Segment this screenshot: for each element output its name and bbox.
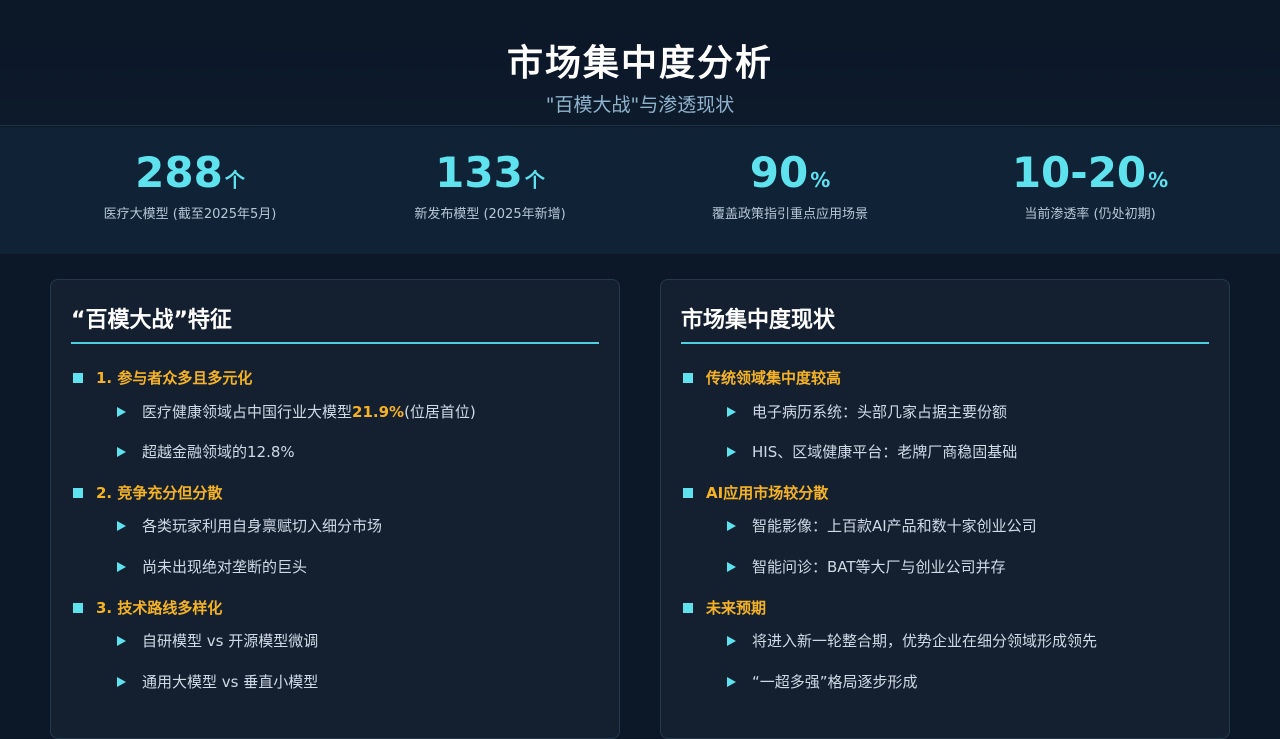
triangle-bullet-icon <box>727 676 736 687</box>
stat-label: 新发布模型 (2025年新增) <box>414 207 566 222</box>
stat-value: 90% <box>749 148 831 197</box>
list-item: 尚未出现绝对垄断的巨头 <box>117 556 307 577</box>
list-item: HIS、区域健康平台：老牌厂商稳固基础 <box>727 441 1017 462</box>
section-heading: 2. 竞争充分但分散 <box>73 482 222 503</box>
list-item: 将进入新一轮整合期，优势企业在细分领域形成领先 <box>727 630 1097 651</box>
stat-value: 288 个 <box>135 148 245 197</box>
stat-label: 覆盖政策指引重点应用场景 <box>711 207 868 222</box>
square-bullet-icon <box>683 602 693 613</box>
right-panel: 市场集中度现状 传统领域集中度较高 电子病历系统：头部几家占据主要份额 HIS、… <box>660 279 1230 739</box>
triangle-bullet-icon <box>727 446 736 457</box>
list-item: “一超多强”格局逐步形成 <box>727 671 918 692</box>
square-bullet-icon <box>73 602 83 613</box>
list-item: 各类玩家利用自身禀赋切入细分市场 <box>117 515 382 536</box>
list-item: 自研模型 vs 开源模型微调 <box>117 630 318 651</box>
triangle-bullet-icon <box>727 635 736 646</box>
stat-medical-models: 288 个 医疗大模型 (截至2025年5月) <box>30 147 350 222</box>
page-header: 市场集中度分析 "百模大战"与渗透现状 <box>0 0 1280 126</box>
page-title: 市场集中度分析 <box>506 43 773 84</box>
stat-label: 当前渗透率 (仍处初期) <box>1024 207 1156 222</box>
list-item: 电子病历系统：头部几家占据主要份额 <box>727 401 1007 422</box>
panel-title: 市场集中度现状 <box>681 302 1209 344</box>
square-bullet-icon <box>683 487 693 498</box>
list-item: 通用大模型 vs 垂直小模型 <box>117 671 318 692</box>
list-item: 智能影像：上百款AI产品和数十家创业公司 <box>727 515 1037 536</box>
page-subtitle: "百模大战"与渗透现状 <box>545 94 735 116</box>
highlight-value: 21.9% <box>352 402 405 421</box>
square-bullet-icon <box>683 372 693 383</box>
list-item: 超越金融领域的12.8% <box>117 441 295 462</box>
section-heading: 传统领域集中度较高 <box>683 367 841 388</box>
left-panel: “百模大战”特征 1. 参与者众多且多元化 医疗健康领域占中国行业大模型 21.9… <box>50 279 620 739</box>
stat-penetration-rate: 10-20% 当前渗透率 (仍处初期) <box>930 147 1250 222</box>
section-heading: AI应用市场较分散 <box>683 482 828 503</box>
triangle-bullet-icon <box>117 406 126 417</box>
triangle-bullet-icon <box>117 520 126 531</box>
triangle-bullet-icon <box>727 520 736 531</box>
square-bullet-icon <box>73 487 83 498</box>
stat-policy-coverage: 90% 覆盖政策指引重点应用场景 <box>630 147 950 222</box>
stat-label: 医疗大模型 (截至2025年5月) <box>103 207 277 222</box>
triangle-bullet-icon <box>117 676 126 687</box>
section-heading: 未来预期 <box>683 597 766 618</box>
section-heading: 1. 参与者众多且多元化 <box>73 367 252 388</box>
triangle-bullet-icon <box>117 561 126 572</box>
panel-title: “百模大战”特征 <box>71 302 599 344</box>
list-item: 医疗健康领域占中国行业大模型 21.9% (位居首位) <box>117 401 476 422</box>
section-heading: 3. 技术路线多样化 <box>73 597 222 618</box>
stats-bar: 288 个 医疗大模型 (截至2025年5月) 133 个 新发布模型 (2025年… <box>0 127 1280 254</box>
stat-value: 10-20% <box>1011 148 1169 197</box>
square-bullet-icon <box>73 372 83 383</box>
list-item: 智能问诊：BAT等大厂与创业公司并存 <box>727 556 1006 577</box>
triangle-bullet-icon <box>727 406 736 417</box>
stat-value: 133 个 <box>435 148 545 197</box>
triangle-bullet-icon <box>727 561 736 572</box>
stat-new-models: 133 个 新发布模型 (2025年新增) <box>330 147 650 222</box>
triangle-bullet-icon <box>117 635 126 646</box>
triangle-bullet-icon <box>117 446 126 457</box>
